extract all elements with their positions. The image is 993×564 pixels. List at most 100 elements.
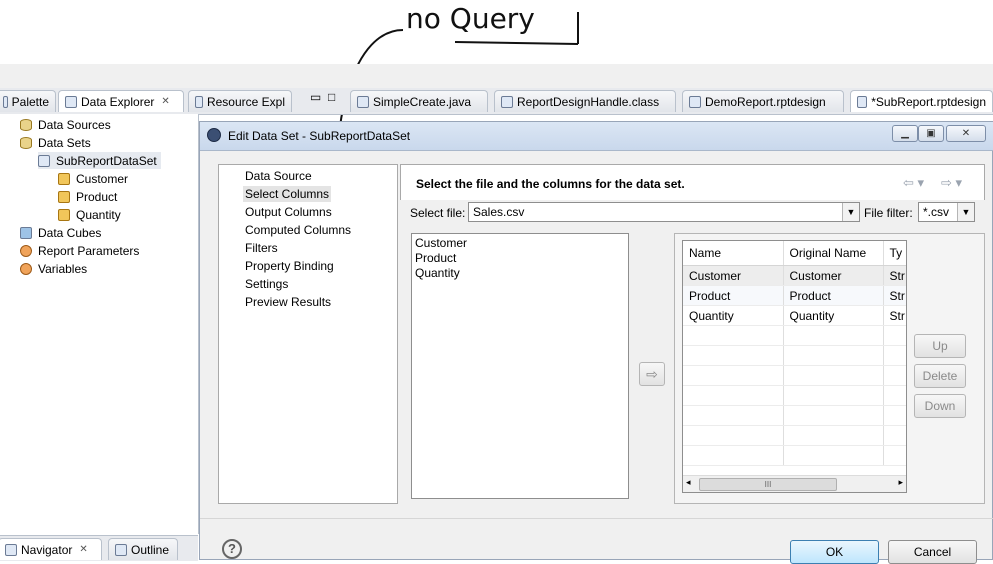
cancel-button[interactable]: Cancel <box>888 540 977 564</box>
table-header-row: Name Original Name Ty <box>683 241 906 266</box>
selected-columns-table: Name Original Name Ty Customer Customer … <box>682 240 907 493</box>
nav-filters[interactable]: Filters <box>243 240 280 256</box>
column-icon <box>58 208 70 221</box>
minimize-button[interactable]: ▁ <box>892 125 918 142</box>
available-columns-list[interactable]: Customer Product Quantity <box>411 233 629 499</box>
tab-outline[interactable]: Outline <box>108 538 178 560</box>
tree-item-quantity[interactable]: Quantity <box>58 206 121 223</box>
tree-item-customer[interactable]: Customer <box>58 170 128 187</box>
tree-item-report-parameters[interactable]: Report Parameters <box>20 242 139 259</box>
page-header: Select the file and the columns for the … <box>400 164 985 200</box>
table-row[interactable]: Quantity Quantity Str <box>683 305 906 326</box>
tab-reportdesignhandle-class[interactable]: ReportDesignHandle.class <box>494 90 676 112</box>
report-file-icon <box>689 95 701 108</box>
minimize-icon[interactable]: ▭ <box>310 90 321 104</box>
nav-settings[interactable]: Settings <box>243 276 290 292</box>
table-row[interactable]: Customer Customer Str <box>683 265 906 286</box>
data-explorer-tree: Data Sources Data Sets SubReportDataSet … <box>0 114 199 534</box>
tree-item-data-sets[interactable]: Data Sets <box>20 134 91 151</box>
list-item[interactable]: Quantity <box>415 266 625 281</box>
column-header-original-name[interactable]: Original Name <box>783 241 884 266</box>
data-sources-icon <box>20 118 32 131</box>
java-file-icon <box>357 95 369 108</box>
table-cell: Str <box>883 285 906 306</box>
columns-table: Name Original Name Ty Customer Customer … <box>683 241 906 466</box>
nav-preview-results[interactable]: Preview Results <box>243 294 333 310</box>
tree-item-product[interactable]: Product <box>58 188 117 205</box>
view-tab-row: Palette Data Explorer ✕ Resource Expl ▭ … <box>0 88 993 115</box>
data-sets-icon <box>20 136 32 149</box>
maximize-icon[interactable]: □ <box>328 90 335 104</box>
variables-icon <box>20 262 32 275</box>
list-item[interactable]: Product <box>415 251 625 266</box>
scroll-left-icon[interactable]: ◂ <box>686 477 691 488</box>
selected-columns-panel: Name Original Name Ty Customer Customer … <box>674 233 985 504</box>
chevron-down-icon: ▼ <box>957 203 974 221</box>
restore-button[interactable]: ▣ <box>918 125 944 142</box>
tree-item-variables[interactable]: Variables <box>20 260 87 277</box>
file-filter-dropdown[interactable]: *.csv ▼ <box>918 202 975 222</box>
table-row <box>683 345 906 366</box>
table-cell: Product <box>783 285 884 306</box>
table-row <box>683 445 906 466</box>
forward-arrow-icon[interactable]: ⇨ ▾ <box>941 175 962 191</box>
navigator-icon <box>5 543 17 556</box>
scrollbar-grip: III <box>764 480 772 489</box>
tab-navigator[interactable]: Navigator ✕ <box>0 538 102 560</box>
tree-item-subreportdataset[interactable]: SubReportDataSet <box>38 152 161 169</box>
main-toolbar <box>0 64 993 89</box>
column-header-name[interactable]: Name <box>683 241 784 266</box>
report-parameters-icon <box>20 244 32 257</box>
tab-data-explorer[interactable]: Data Explorer ✕ <box>58 90 184 112</box>
tab-palette[interactable]: Palette <box>0 90 56 112</box>
up-button[interactable]: Up <box>914 334 966 358</box>
table-row <box>683 425 906 446</box>
resource-explorer-icon <box>195 95 203 108</box>
column-icon <box>58 190 70 203</box>
scroll-right-icon[interactable]: ▸ <box>898 477 903 488</box>
palette-icon <box>3 95 8 108</box>
horizontal-scrollbar[interactable]: ◂ III ▸ <box>683 475 906 492</box>
table-row <box>683 365 906 386</box>
chevron-down-icon: ▼ <box>842 203 859 221</box>
delete-button[interactable]: Delete <box>914 364 966 388</box>
tab-resource-explorer[interactable]: Resource Expl <box>188 90 292 112</box>
close-icon[interactable]: ✕ <box>161 96 169 107</box>
down-button[interactable]: Down <box>914 394 966 418</box>
nav-data-source[interactable]: Data Source <box>243 168 314 184</box>
page-heading: Select the file and the columns for the … <box>416 177 685 191</box>
help-icon[interactable]: ? <box>222 539 242 559</box>
tab-demoreport-rptdesign[interactable]: DemoReport.rptdesign <box>682 90 844 112</box>
table-cell: Quantity <box>683 305 784 326</box>
report-file-icon <box>857 95 868 108</box>
nav-computed-columns[interactable]: Computed Columns <box>243 222 353 238</box>
tab-simplecreate-java[interactable]: SimpleCreate.java <box>350 90 488 112</box>
nav-select-columns[interactable]: Select Columns <box>243 186 332 202</box>
table-cell: Str <box>883 305 906 326</box>
select-file-dropdown[interactable]: Sales.csv ▼ <box>468 202 860 222</box>
data-cubes-icon <box>20 226 32 239</box>
dialog-nav-list: Data Source Select Columns Output Column… <box>218 164 398 504</box>
tree-item-data-cubes[interactable]: Data Cubes <box>20 224 101 241</box>
ok-button[interactable]: OK <box>790 540 879 564</box>
scrollbar-thumb[interactable]: III <box>699 478 837 491</box>
list-item[interactable]: Customer <box>415 236 625 251</box>
file-filter-value: *.csv <box>923 205 950 219</box>
close-button[interactable]: ✕ <box>946 125 986 142</box>
add-column-button[interactable]: ⇨ <box>639 362 665 386</box>
tab-subreport-rptdesign[interactable]: *SubReport.rptdesign <box>850 90 993 112</box>
dialog-footer-separator <box>200 518 993 519</box>
nav-property-binding[interactable]: Property Binding <box>243 258 336 274</box>
dialog-titlebar: Edit Data Set - SubReportDataSet ▁ ▣ ✕ <box>200 122 993 151</box>
nav-output-columns[interactable]: Output Columns <box>243 204 334 220</box>
table-row[interactable]: Product Product Str <box>683 285 906 306</box>
bottom-tab-row: Navigator ✕ Outline <box>0 535 198 561</box>
dialog-app-icon <box>207 128 221 142</box>
close-icon[interactable]: ✕ <box>79 544 87 555</box>
back-arrow-icon[interactable]: ⇦ ▾ <box>903 175 924 191</box>
outline-icon <box>115 543 127 556</box>
column-header-type[interactable]: Ty <box>883 241 906 266</box>
data-explorer-icon <box>65 95 77 108</box>
tree-item-data-sources[interactable]: Data Sources <box>20 116 111 133</box>
table-cell: Customer <box>683 265 784 286</box>
